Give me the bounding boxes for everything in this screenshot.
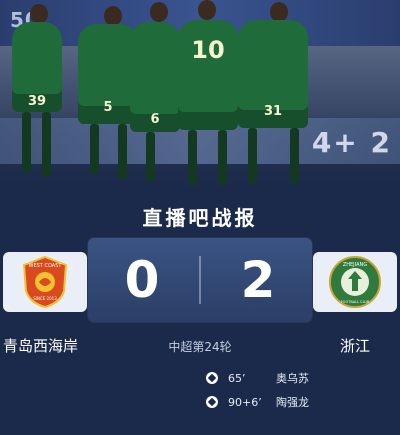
player-figure: 10 (178, 20, 238, 130)
away-badge-top-text: ZHEJIANG (343, 262, 367, 268)
player-leg (188, 130, 197, 185)
player-head (198, 0, 216, 20)
home-team-badge[interactable]: WEST COAST SINCE 2013 (3, 252, 87, 312)
match-photo: 50 4+ 2 39 5 6 10 31 (0, 0, 400, 200)
home-score: 0 (124, 251, 160, 309)
goal-scorer[interactable]: 奥乌苏 (276, 370, 309, 386)
player-figure: 6 (130, 22, 180, 132)
player-leg (290, 128, 299, 183)
goal-minute: 90+6’ (228, 395, 262, 409)
player-head (150, 2, 168, 22)
goal-item: 90+6’ 陶强龙 (206, 390, 309, 414)
player-head (104, 6, 122, 26)
player-leg (118, 124, 127, 179)
page-title: 直播吧战报 (142, 206, 258, 230)
shirt-number: 5 (103, 100, 113, 115)
player-leg (218, 130, 227, 185)
player-figure: 31 (238, 20, 308, 128)
football-icon (206, 372, 218, 384)
scorecard: 0 2 (88, 238, 312, 322)
home-badge-top-text: WEST COAST (29, 263, 63, 269)
goal-item: 65’ 奥乌苏 (206, 366, 309, 390)
score-divider (199, 256, 201, 304)
player-figure: 5 (78, 24, 138, 124)
away-badge-bottom-text: FOOTBALL CLUB (341, 300, 370, 304)
player-leg (22, 112, 31, 172)
shirt-number: 39 (27, 94, 47, 109)
west-coast-crest-icon: WEST COAST SINCE 2013 (22, 255, 68, 309)
player-head (270, 2, 288, 22)
shirt-number: 31 (263, 104, 283, 119)
goal-list: 65’ 奥乌苏 90+6’ 陶强龙 (206, 366, 309, 414)
player-figure: 39 (12, 22, 62, 112)
player-leg (146, 132, 155, 182)
shirt-number: 10 (191, 36, 225, 64)
away-team-badge[interactable]: ZHEJIANG FOOTBALL CLUB (313, 252, 397, 312)
player-leg (42, 112, 51, 177)
away-team-name[interactable]: 浙江 (340, 335, 370, 356)
led-board-text: 4+ 2 (311, 126, 392, 159)
goal-scorer[interactable]: 陶强龙 (276, 394, 309, 410)
goal-minute: 65’ (228, 371, 246, 385)
shirt-number: 6 (150, 112, 160, 127)
zhejiang-crest-icon: ZHEJIANG FOOTBALL CLUB (329, 256, 381, 308)
away-score: 2 (240, 251, 276, 309)
player-head (30, 4, 48, 24)
home-badge-bottom-text: SINCE 2013 (33, 296, 57, 301)
football-icon (206, 396, 218, 408)
player-leg (248, 128, 257, 183)
player-leg (90, 124, 99, 174)
